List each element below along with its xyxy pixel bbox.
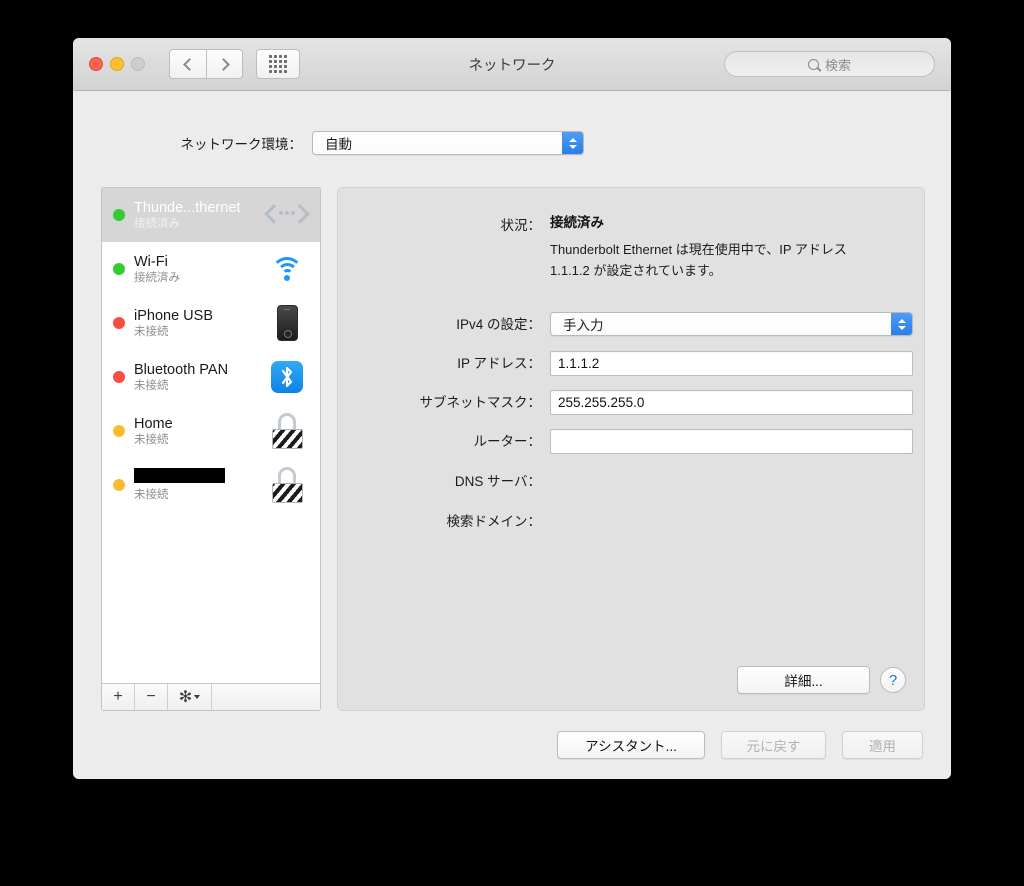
status-value: 接続済み	[550, 215, 604, 230]
ipv4-config-label: IPv4 の設定：	[456, 317, 541, 332]
service-item-wifi[interactable]: Wi-Fi 接続済み	[102, 242, 320, 296]
ip-address-input[interactable]: 1.1.1.2	[550, 351, 913, 376]
router-row: ルーター：	[338, 429, 924, 454]
wifi-icon	[266, 248, 308, 290]
dns-server-row: DNS サーバ：	[338, 469, 924, 494]
subnet-mask-label: サブネットマスク：	[419, 395, 542, 410]
ip-address-label: IP アドレス：	[457, 356, 541, 371]
service-status: 接続済み	[134, 271, 180, 284]
dns-server-label: DNS サーバ：	[454, 474, 541, 489]
service-list[interactable]: Thunde...thernet 接続済み Wi-Fi 接続済み iPhone …	[102, 188, 320, 683]
lock-icon	[266, 410, 308, 452]
ipv4-config-row: IPv4 の設定： 手入力	[338, 312, 924, 337]
status-dot	[113, 209, 125, 221]
help-button[interactable]: ?	[880, 667, 906, 693]
chevron-updown-icon	[891, 313, 912, 335]
search-placeholder: 検索	[824, 57, 851, 73]
router-label: ルーター：	[473, 434, 542, 449]
network-location-label: ネットワーク環境：	[180, 137, 303, 152]
status-dot	[113, 479, 125, 491]
window-titlebar: ネットワーク 検索	[73, 38, 951, 91]
status-dot	[113, 263, 125, 275]
service-status: 未接続	[134, 488, 169, 501]
service-list-panel: Thunde...thernet 接続済み Wi-Fi 接続済み iPhone …	[101, 187, 321, 711]
service-item-bluetooth-pan[interactable]: Bluetooth PAN 未接続	[102, 350, 320, 404]
thunderbolt-icon	[264, 194, 310, 236]
service-status: 接続済み	[134, 217, 180, 230]
service-status: 未接続	[134, 325, 169, 338]
advanced-button[interactable]: 詳細...	[737, 666, 870, 694]
service-item-home[interactable]: Home 未接続	[102, 404, 320, 458]
service-name: Thunde...thernet	[134, 199, 241, 216]
service-name: Wi-Fi	[134, 253, 168, 270]
network-preferences-window: ネットワーク 検索 ネットワーク環境： 自動 Thunde...thernet …	[73, 38, 951, 779]
status-dot	[113, 425, 125, 437]
service-name-redacted	[134, 467, 225, 483]
search-field[interactable]: 検索	[724, 51, 935, 77]
chevron-updown-icon	[562, 132, 583, 154]
network-location-select[interactable]: 自動	[312, 131, 584, 155]
status-description: Thunderbolt Ethernet は現在使用中で、IP アドレス 1.1…	[550, 242, 847, 278]
subnet-mask-input[interactable]: 255.255.255.0	[550, 390, 913, 415]
chevron-down-icon	[194, 695, 201, 699]
service-name: iPhone USB	[134, 307, 213, 324]
service-actions-button[interactable]: ✻	[168, 684, 212, 710]
status-dot	[113, 371, 125, 383]
revert-button[interactable]: 元に戻す	[721, 731, 826, 759]
gear-icon: ✻	[178, 689, 193, 706]
service-status: 未接続	[134, 379, 169, 392]
search-domain-label: 検索ドメイン：	[446, 514, 542, 529]
apply-button[interactable]: 適用	[842, 731, 923, 759]
ipv4-config-select[interactable]: 手入力	[550, 312, 913, 336]
status-label: 状況：	[500, 218, 542, 233]
service-list-toolbar: + − ✻	[102, 683, 320, 710]
remove-service-button[interactable]: −	[135, 684, 168, 710]
add-service-button[interactable]: +	[102, 684, 135, 710]
search-domain-row: 検索ドメイン：	[338, 509, 924, 534]
status-dot	[113, 317, 125, 329]
window-content: ネットワーク環境： 自動 Thunde...thernet 接続済み Wi-Fi…	[73, 91, 951, 779]
service-item-redacted[interactable]: 未接続	[102, 458, 320, 512]
detail-actions: 詳細... ?	[737, 666, 906, 694]
lock-icon	[266, 464, 308, 506]
service-item-thunderbolt-ethernet[interactable]: Thunde...thernet 接続済み	[102, 188, 320, 242]
network-location-value: 自動	[325, 137, 352, 152]
bluetooth-icon	[266, 356, 308, 398]
ip-address-row: IP アドレス： 1.1.1.2	[338, 351, 924, 376]
service-detail-panel: 状況： 接続済み Thunderbolt Ethernet は現在使用中で、IP…	[337, 187, 925, 711]
status-row: 状況： 接続済み Thunderbolt Ethernet は現在使用中で、IP…	[338, 188, 924, 281]
service-name: Home	[134, 415, 173, 432]
service-name: Bluetooth PAN	[134, 361, 229, 378]
window-footer-actions: アシスタント... 元に戻す 適用	[557, 731, 923, 759]
network-location-row: ネットワーク環境： 自動	[73, 131, 951, 155]
iphone-icon	[266, 302, 308, 344]
search-icon	[807, 58, 819, 70]
service-item-iphone-usb[interactable]: iPhone USB 未接続	[102, 296, 320, 350]
assistant-button[interactable]: アシスタント...	[557, 731, 705, 759]
subnet-mask-row: サブネットマスク： 255.255.255.0	[338, 390, 924, 415]
ipv4-config-value: 手入力	[563, 318, 604, 333]
router-input[interactable]	[550, 429, 913, 454]
service-status: 未接続	[134, 433, 169, 446]
